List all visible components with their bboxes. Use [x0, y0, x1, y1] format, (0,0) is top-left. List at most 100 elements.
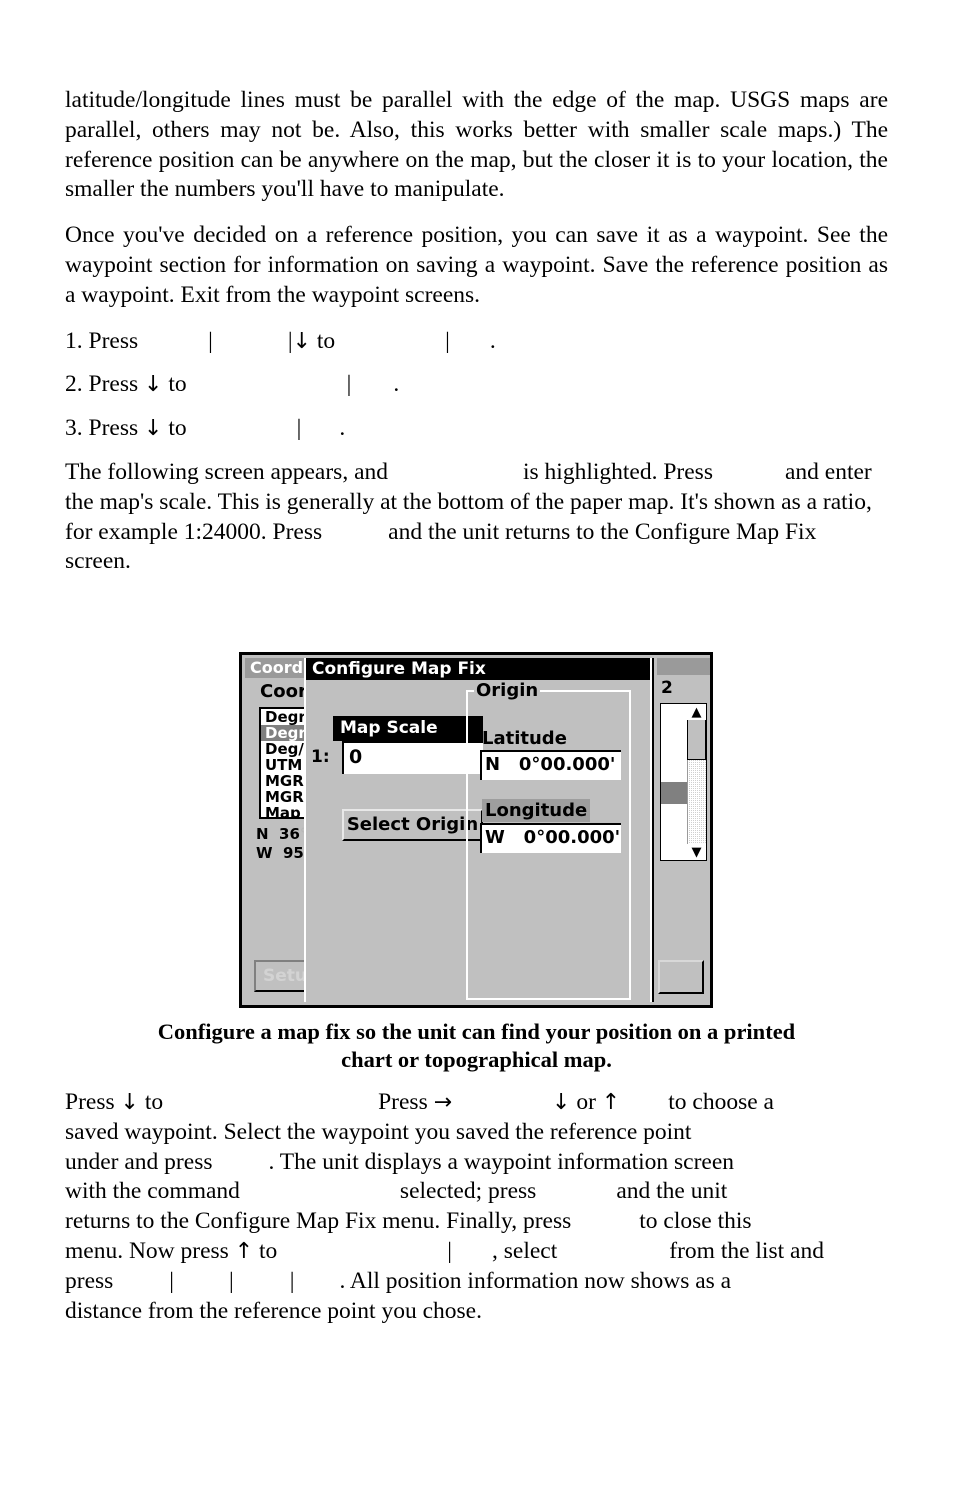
closing-line-6: menu. Now press ↑ to | , select from the li…: [65, 1237, 888, 1267]
longitude-value: 0°00.000': [523, 827, 621, 848]
step-3: 3. Press ↓ to |.: [65, 414, 888, 444]
paragraph-figure-intro: The following screen appears, and is high…: [65, 458, 888, 577]
latitude-label: Latitude: [482, 728, 567, 749]
closing-line-3-rest: . The unit displays a waypoint informati…: [268, 1148, 735, 1175]
paragraph-closing: Press ↓ to Press → ↓ or ↑ to choose a saved…: [65, 1088, 888, 1326]
paragraph-2: Once you've decided on a reference posit…: [65, 222, 888, 308]
longitude-hemisphere: W: [256, 844, 273, 862]
closing-line-5: returns to the Configure Map Fix menu. F…: [65, 1207, 888, 1237]
scroll-list-selected-row[interactable]: [661, 782, 687, 804]
closing-returns: returns to the Configure Map Fix menu. F…: [65, 1208, 572, 1235]
dialog-title: Configure Map Fix: [306, 658, 650, 680]
closing-line-4: with the command selected; press and the u…: [65, 1177, 888, 1207]
latitude-hemisphere-value: N: [485, 754, 501, 775]
paragraph-1: latitude/longitude lines must be paralle…: [65, 87, 888, 203]
step-1: 1. Press | |↓ to |.: [65, 327, 888, 357]
step-2-press: Press: [88, 371, 139, 398]
closing-line-2: saved waypoint. Select the waypoint you …: [65, 1118, 888, 1148]
latitude-input[interactable]: N 0°00.000': [480, 750, 621, 780]
closing-from-list: from the list and: [669, 1237, 824, 1264]
longitude-degrees: 95: [283, 844, 304, 862]
closing-under-press: under and press: [65, 1148, 213, 1175]
latitude-degrees: 36: [279, 825, 300, 843]
step-2-down-arrow-icon: ↓: [144, 372, 163, 398]
closing-bar-2: |: [169, 1267, 175, 1294]
intro-line1-b: is highlighted. Press: [523, 458, 713, 485]
longitude-label: Longitude: [482, 799, 591, 822]
figure-gps-screenshot: Coordinate System Coordinate System Degr…: [239, 652, 713, 1008]
closing-or: or: [576, 1089, 596, 1115]
closing-line-8-text: distance from the reference point you ch…: [65, 1297, 482, 1324]
scroll-up-icon[interactable]: ▲: [687, 704, 706, 720]
up-arrow-icon: ↑: [601, 1090, 621, 1115]
step-2-bar-1: |: [346, 371, 352, 398]
down-arrow-icon: ↓: [552, 1090, 571, 1115]
latitude-hemisphere: N: [256, 825, 269, 843]
closing-and-unit: and the unit: [616, 1178, 728, 1205]
closing-line-7: press | | | . All position information now s…: [65, 1267, 888, 1297]
longitude-hemisphere-value: W: [485, 827, 505, 848]
step-1-bar-3: |: [445, 327, 450, 354]
up-arrow-icon: ↑: [234, 1238, 254, 1264]
step-3-period: .: [339, 415, 346, 442]
closing-to-1: to: [144, 1089, 164, 1115]
closing-choose: to choose a: [668, 1089, 774, 1115]
closing-menu-now-press: menu. Now press: [65, 1237, 229, 1264]
closing-with-command: with the command: [65, 1178, 240, 1205]
closing-to-2: to: [259, 1237, 278, 1264]
step-1-down-arrow-icon: ↓: [292, 328, 311, 354]
caption-line-1: Configure a map fix so the unit can find…: [157, 1019, 796, 1044]
scrollable-list[interactable]: ▲ ▼: [660, 703, 707, 861]
map-scale-dialog: Map Scale 1: 0: [311, 716, 483, 774]
longitude-input[interactable]: W 0°00.000': [480, 823, 621, 853]
step-2-number: 2.: [65, 371, 83, 398]
step-3-bar-1: |: [296, 415, 302, 442]
closing-line-3: under and press . The unit displays a way…: [65, 1148, 888, 1178]
step-1-to: to: [316, 327, 336, 354]
down-arrow-icon: ↓: [120, 1090, 139, 1115]
closing-bar-3: |: [229, 1267, 234, 1294]
step-3-down-arrow-icon: ↓: [144, 416, 163, 442]
caption-line-2: chart or topographical map.: [341, 1047, 612, 1072]
map-scale-input[interactable]: 0: [342, 741, 483, 774]
closing-press-3: press: [65, 1267, 114, 1294]
closing-select: , select: [492, 1237, 558, 1264]
closing-to-close: to close this: [639, 1208, 752, 1235]
closing-selected-press: selected; press: [399, 1178, 537, 1205]
map-scale-field-row: 1: 0: [311, 741, 483, 774]
numbered-steps: 1. Press | | ↓ to |. 2. Press ↓ to |. 3. Pres…: [65, 327, 888, 444]
step-1-number: 1.: [65, 327, 83, 354]
right-strip-button[interactable]: [658, 960, 704, 994]
step-1-bar-1: |: [208, 327, 213, 354]
intro-line1-a: The following screen appears, and: [65, 458, 388, 485]
figure-caption: Configure a map fix so the unit can find…: [65, 1018, 888, 1074]
right-panel-strip: 2 ▲ ▼: [651, 658, 710, 1002]
map-scale-ratio-prefix: 1:: [311, 747, 330, 767]
gps-device-screen: Coordinate System Coordinate System Degr…: [239, 652, 713, 1008]
closing-line-7-rest: . All position information now shows as …: [339, 1267, 732, 1294]
step-2-to: to: [168, 371, 187, 398]
origin-legend: Origin: [474, 680, 541, 701]
scroll-down-icon[interactable]: ▼: [687, 844, 706, 860]
closing-press-1: Press: [65, 1089, 115, 1115]
scrollbar-thumb[interactable]: [687, 718, 706, 760]
configure-map-fix-dialog: Configure Map Fix Map Scale 1: 0 Select …: [304, 658, 652, 1002]
document-body: latitude/longitude lines must be paralle…: [65, 86, 888, 593]
select-origin-button[interactable]: Select Origin: [342, 809, 483, 841]
closing-bar-4: |: [289, 1267, 295, 1294]
step-3-number: 3.: [65, 415, 83, 442]
origin-group: Origin Latitude N 0°00.000' Longitude W …: [466, 680, 631, 1000]
step-3-press: Press: [88, 415, 139, 442]
closing-press-2: Press: [378, 1089, 428, 1115]
right-strip-titlebar: [657, 658, 710, 675]
closing-bar-1: |: [447, 1237, 453, 1264]
page-number-indicator: 2: [661, 678, 673, 698]
latitude-value: 0°00.000': [518, 754, 616, 775]
step-2: 2. Press ↓ to |.: [65, 370, 888, 400]
map-scale-title: Map Scale: [333, 716, 483, 741]
right-arrow-icon: →: [433, 1090, 453, 1115]
closing-line-2-text: saved waypoint. Select the waypoint you …: [65, 1118, 692, 1145]
document-page: latitude/longitude lines must be paralle…: [0, 0, 954, 1487]
intro-line3-b: and the unit: [388, 518, 500, 545]
step-1-press: Press: [88, 327, 139, 354]
